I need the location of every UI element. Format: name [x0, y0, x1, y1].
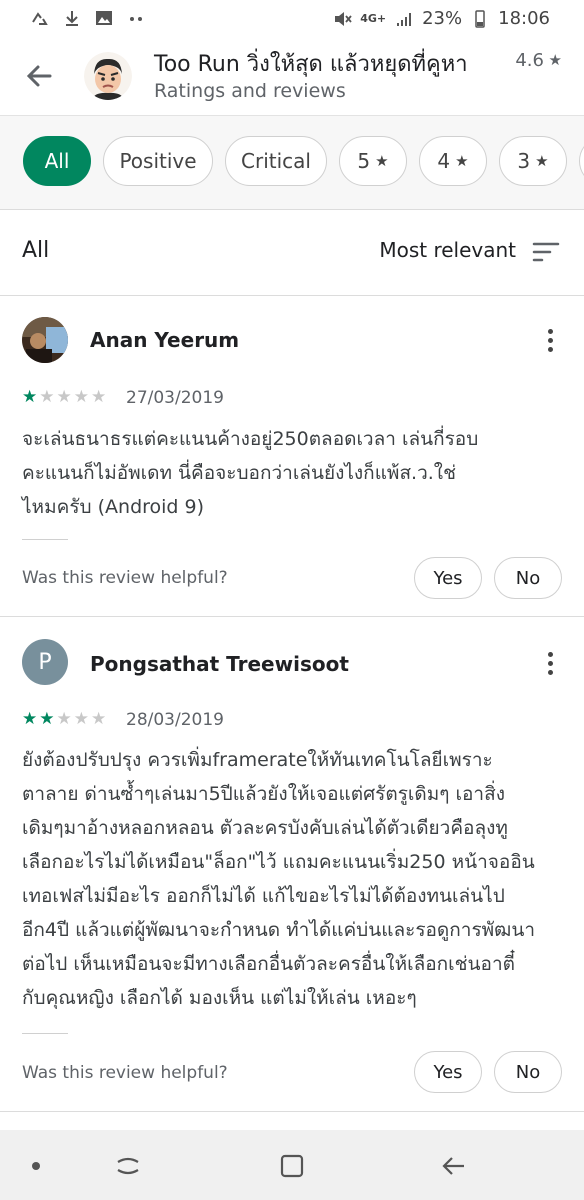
section-title: All	[22, 238, 50, 263]
nav-back-icon[interactable]	[440, 1152, 468, 1180]
filter-chip-5-star[interactable]: 5 ★	[339, 136, 407, 186]
filter-chip-3-star[interactable]: 3 ★	[499, 136, 567, 186]
recent-apps-icon[interactable]	[114, 1152, 142, 1180]
battery-percent: 23%	[422, 8, 463, 29]
clock: 18:06	[498, 8, 550, 29]
helpful-question: Was this review helpful?	[22, 1063, 228, 1083]
app-title: Too Run วิ่งให้สุด แล้วหยุดที่คูหา	[154, 52, 468, 77]
app-icon	[84, 52, 132, 100]
app-rating: 4.6	[515, 50, 544, 71]
star-icon: ★	[56, 387, 72, 407]
more-notifications-icon	[130, 17, 142, 21]
helpful-no-button[interactable]: No	[494, 557, 562, 599]
download-icon	[66, 11, 78, 26]
star-icon: ★	[535, 152, 549, 170]
system-nav-bar	[0, 1130, 584, 1200]
helpful-no-button[interactable]: No	[494, 1051, 562, 1093]
star-icon: ★	[56, 709, 72, 729]
star-icon: ★	[39, 709, 55, 729]
reviewer-name: Anan Yeerum	[90, 328, 240, 352]
nav-dot-icon[interactable]	[30, 1160, 42, 1172]
divider	[22, 539, 68, 540]
avatar: P	[22, 639, 68, 685]
review-card: P Pongsathat Treewisoot ★ ★ ★ ★ ★ 28/03/…	[0, 617, 584, 1112]
more-options-icon[interactable]	[538, 325, 562, 355]
battery-icon	[475, 9, 485, 28]
sort-row: All Most relevant	[0, 210, 584, 296]
review-date: 28/03/2019	[126, 710, 224, 730]
star-icon: ★	[91, 709, 107, 729]
home-icon[interactable]	[278, 1152, 306, 1180]
filter-chip-4-star[interactable]: 4 ★	[419, 136, 487, 186]
star-icon: ★	[455, 152, 469, 170]
filter-chip-bar: All Positive Critical 5 ★ 4 ★ 3 ★	[0, 116, 584, 210]
network-type: 4G+	[360, 12, 387, 25]
sort-dropdown[interactable]: Most relevant	[379, 238, 516, 262]
filter-chip-positive[interactable]: Positive	[103, 136, 213, 186]
rating-star-icon: ★	[548, 51, 562, 69]
more-options-icon[interactable]	[538, 648, 562, 678]
helpful-question: Was this review helpful?	[22, 568, 228, 588]
helpful-yes-button[interactable]: Yes	[414, 557, 482, 599]
star-icon: ★	[375, 152, 389, 170]
image-icon	[96, 11, 112, 25]
recycle-notification-icon	[32, 12, 48, 25]
back-arrow-icon[interactable]	[22, 58, 58, 94]
app-bar: Too Run วิ่งให้สุด แล้วหยุดที่คูหา 4.6 ★…	[0, 38, 584, 116]
page-subtitle: Ratings and reviews	[154, 80, 346, 102]
review-text: ยังต้องปรับปรุง ควรเพิ่มframerateให้ทันเ…	[22, 749, 535, 1009]
star-icon: ★	[39, 387, 55, 407]
status-bar: 4G+ 23% 18:06	[0, 0, 584, 38]
star-icon: ★	[91, 387, 107, 407]
divider	[22, 1033, 68, 1034]
review-stars: ★ ★ ★ ★ ★	[22, 387, 106, 407]
mute-icon	[335, 11, 352, 26]
review-date: 27/03/2019	[126, 388, 224, 408]
star-icon: ★	[22, 709, 38, 729]
filter-chip-critical[interactable]: Critical	[225, 136, 327, 186]
sort-icon[interactable]	[532, 241, 560, 263]
filter-chip-all[interactable]: All	[23, 136, 91, 186]
review-stars: ★ ★ ★ ★ ★	[22, 709, 106, 729]
signal-icon	[397, 12, 412, 26]
filter-chip-overflow[interactable]	[579, 136, 584, 186]
review-card: Anan Yeerum ★ ★ ★ ★ ★ 27/03/2019 จะเล่นธ…	[0, 296, 584, 617]
star-icon: ★	[22, 387, 38, 407]
star-icon: ★	[73, 709, 89, 729]
review-text: จะเล่นธนาธรแต่คะแนนค้างอยู่250ตลอดเวลา เ…	[22, 428, 479, 518]
star-icon: ★	[73, 387, 89, 407]
helpful-yes-button[interactable]: Yes	[414, 1051, 482, 1093]
avatar	[22, 317, 68, 363]
reviewer-name: Pongsathat Treewisoot	[90, 652, 349, 676]
